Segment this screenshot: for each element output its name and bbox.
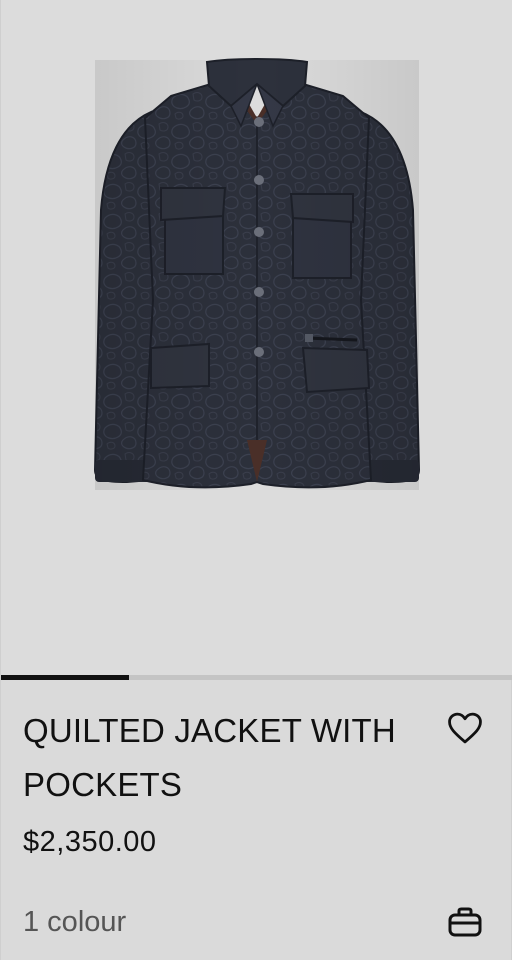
product-price: $2,350.00 <box>23 826 157 858</box>
shopping-bag-icon <box>448 907 482 937</box>
product-image <box>93 58 421 490</box>
product-image-area[interactable] <box>1 0 512 676</box>
product-card[interactable]: QUILTED JACKET WITH POCKETS $2,350.00 1 … <box>0 0 512 960</box>
heart-outline-icon <box>448 712 482 744</box>
colour-count[interactable]: 1 colour <box>23 906 126 939</box>
add-to-bag-button[interactable] <box>445 902 485 942</box>
wishlist-button[interactable] <box>443 706 487 750</box>
image-gallery-progress <box>1 675 512 680</box>
image-gallery-progress-fill <box>1 675 129 680</box>
product-title[interactable]: QUILTED JACKET WITH POCKETS <box>23 704 423 812</box>
